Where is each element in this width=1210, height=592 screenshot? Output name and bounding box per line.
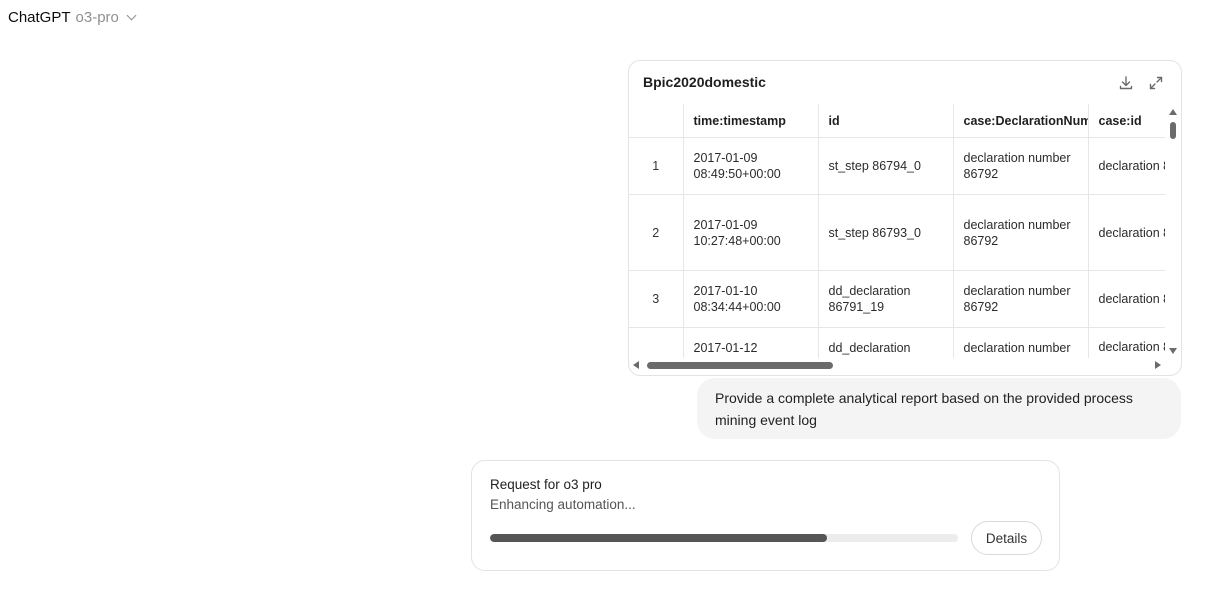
- column-header-index[interactable]: [629, 104, 684, 138]
- app-name: ChatGPT: [8, 9, 71, 26]
- scroll-right-arrow-icon[interactable]: [1155, 361, 1161, 369]
- cell-id-text: dd_declaration 86791_19: [828, 284, 911, 314]
- cell-declaration-number-text: declaration number: [963, 341, 1071, 355]
- details-button[interactable]: Details: [971, 521, 1042, 555]
- cell-case-id: declaration 8: [1088, 137, 1165, 195]
- cell-id-text: dd_declaration: [828, 341, 911, 355]
- table-header-row: time:timestamp id case:DeclarationNuml c…: [629, 104, 1165, 138]
- cell-declaration-number: declaration number 86792: [953, 137, 1089, 195]
- download-icon[interactable]: [1117, 74, 1135, 92]
- row-index: 1: [629, 137, 684, 195]
- horizontal-scroll-thumb[interactable]: [647, 362, 833, 369]
- cell-timestamp: 2017-01-09 08:49:50+00:00: [683, 137, 819, 195]
- table-title: Bpic2020domestic: [643, 74, 766, 90]
- cell-timestamp: 2017-01-10 08:34:44+00:00: [683, 270, 819, 328]
- column-header-id[interactable]: id: [818, 104, 954, 138]
- scroll-up-arrow-icon[interactable]: [1169, 109, 1177, 115]
- cell-declaration-number: declaration number: [953, 327, 1089, 358]
- data-table-card: Bpic2020domestic time:timestamp id case:…: [628, 60, 1182, 376]
- cell-timestamp: 2017-01-12: [683, 327, 819, 358]
- cell-timestamp-text: 2017-01-09 08:49:50+00:00: [693, 151, 781, 181]
- cell-declaration-number: declaration number 86792: [953, 270, 1089, 328]
- request-title: Request for o3 pro: [490, 477, 602, 492]
- cell-id-text: st_step 86793_0: [828, 225, 921, 240]
- table-viewport[interactable]: time:timestamp id case:DeclarationNuml c…: [629, 104, 1165, 358]
- table-row[interactable]: 2 2017-01-09 10:27:48+00:00 st_step 8679…: [629, 194, 1165, 271]
- cell-id: st_step 86793_0: [818, 194, 954, 271]
- request-status: Enhancing automation...: [490, 497, 636, 512]
- cell-id: st_step 86794_0: [818, 137, 954, 195]
- cell-case-id: declaration 8: [1088, 327, 1165, 358]
- progress-bar: [490, 534, 958, 542]
- scroll-down-arrow-icon[interactable]: [1169, 348, 1177, 354]
- cell-timestamp-text: 2017-01-09 10:27:48+00:00: [693, 217, 781, 248]
- horizontal-scrollbar[interactable]: [629, 359, 1169, 371]
- cell-timestamp: 2017-01-09 10:27:48+00:00: [683, 194, 819, 271]
- cell-id: dd_declaration 86791_19: [818, 270, 954, 328]
- cell-case-id: declaration 8: [1088, 194, 1165, 271]
- user-message-bubble: Provide a complete analytical report bas…: [697, 378, 1181, 439]
- scroll-left-arrow-icon[interactable]: [633, 361, 639, 369]
- chevron-down-icon: [126, 10, 137, 21]
- cell-declaration-number-text: declaration number 86792: [963, 217, 1071, 248]
- table-row[interactable]: 1 2017-01-09 08:49:50+00:00 st_step 8679…: [629, 137, 1165, 195]
- row-index: 3: [629, 270, 684, 328]
- column-header-declaration-number[interactable]: case:DeclarationNuml: [953, 104, 1089, 138]
- data-table: time:timestamp id case:DeclarationNuml c…: [629, 104, 1165, 358]
- model-switcher[interactable]: ChatGPT o3-pro: [8, 9, 137, 26]
- table-row[interactable]: 4 2017-01-12 dd_declaration declaration …: [629, 327, 1165, 358]
- cell-timestamp-text: 2017-01-12: [693, 341, 758, 355]
- column-header-timestamp[interactable]: time:timestamp: [683, 104, 819, 138]
- model-name: o3-pro: [75, 9, 119, 26]
- user-message-text: Provide a complete analytical report bas…: [715, 390, 1133, 428]
- row-index: 4: [629, 327, 684, 358]
- table-row[interactable]: 3 2017-01-10 08:34:44+00:00 dd_declarati…: [629, 270, 1165, 328]
- progress-fill: [490, 534, 827, 542]
- cell-timestamp-text: 2017-01-10 08:34:44+00:00: [693, 284, 781, 314]
- cell-declaration-number-text: declaration number 86792: [963, 284, 1071, 314]
- cell-declaration-number: declaration number 86792: [953, 194, 1089, 271]
- request-progress-card: Request for o3 pro Enhancing automation.…: [471, 460, 1060, 571]
- cell-case-id: declaration 8: [1088, 270, 1165, 328]
- column-header-case-id[interactable]: case:id: [1088, 104, 1165, 138]
- cell-id: dd_declaration: [818, 327, 954, 358]
- vertical-scrollbar[interactable]: [1167, 104, 1179, 358]
- expand-icon[interactable]: [1147, 74, 1165, 92]
- cell-id-text: st_step 86794_0: [828, 159, 921, 173]
- vertical-scroll-thumb[interactable]: [1170, 122, 1176, 139]
- cell-declaration-number-text: declaration number 86792: [963, 151, 1071, 181]
- row-index: 2: [629, 194, 684, 271]
